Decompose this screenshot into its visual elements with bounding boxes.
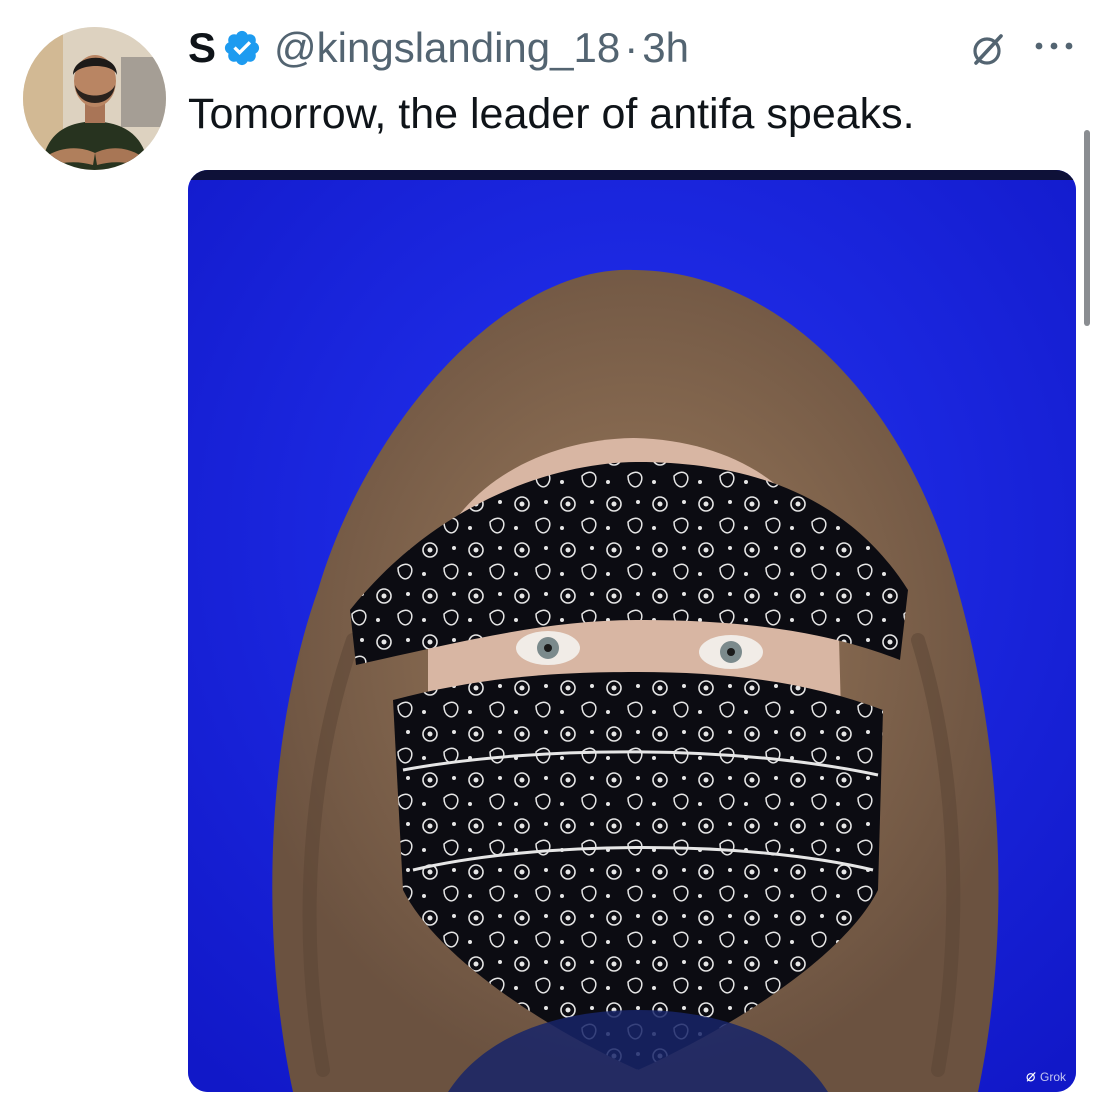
more-horizontal-icon[interactable] <box>1031 34 1077 58</box>
grok-icon[interactable] <box>968 30 1008 70</box>
grok-watermark: Grok <box>1025 1070 1066 1084</box>
grok-watermark-label: Grok <box>1039 1070 1066 1084</box>
tweet-header: S @kingslanding_18 · 3h <box>188 22 689 74</box>
timestamp[interactable]: 3h <box>642 24 689 72</box>
media-photo <box>188 170 1076 1092</box>
separator-dot: · <box>624 24 639 71</box>
grok-watermark-icon <box>1026 1072 1036 1082</box>
avatar-image <box>23 27 166 170</box>
scrollbar-thumb[interactable] <box>1084 130 1090 326</box>
avatar[interactable] <box>23 27 166 170</box>
media-top-edge <box>188 170 1076 180</box>
tweet-media-image[interactable]: Grok <box>188 170 1076 1092</box>
user-handle[interactable]: @kingslanding_18 <box>274 24 620 72</box>
tweet[interactable]: S @kingslanding_18 · 3h Tomorrow, the le… <box>0 0 1100 1111</box>
tweet-text: Tomorrow, the leader of antifa speaks. <box>188 90 915 138</box>
display-name[interactable]: S <box>188 24 216 72</box>
verified-badge-icon <box>222 28 262 68</box>
